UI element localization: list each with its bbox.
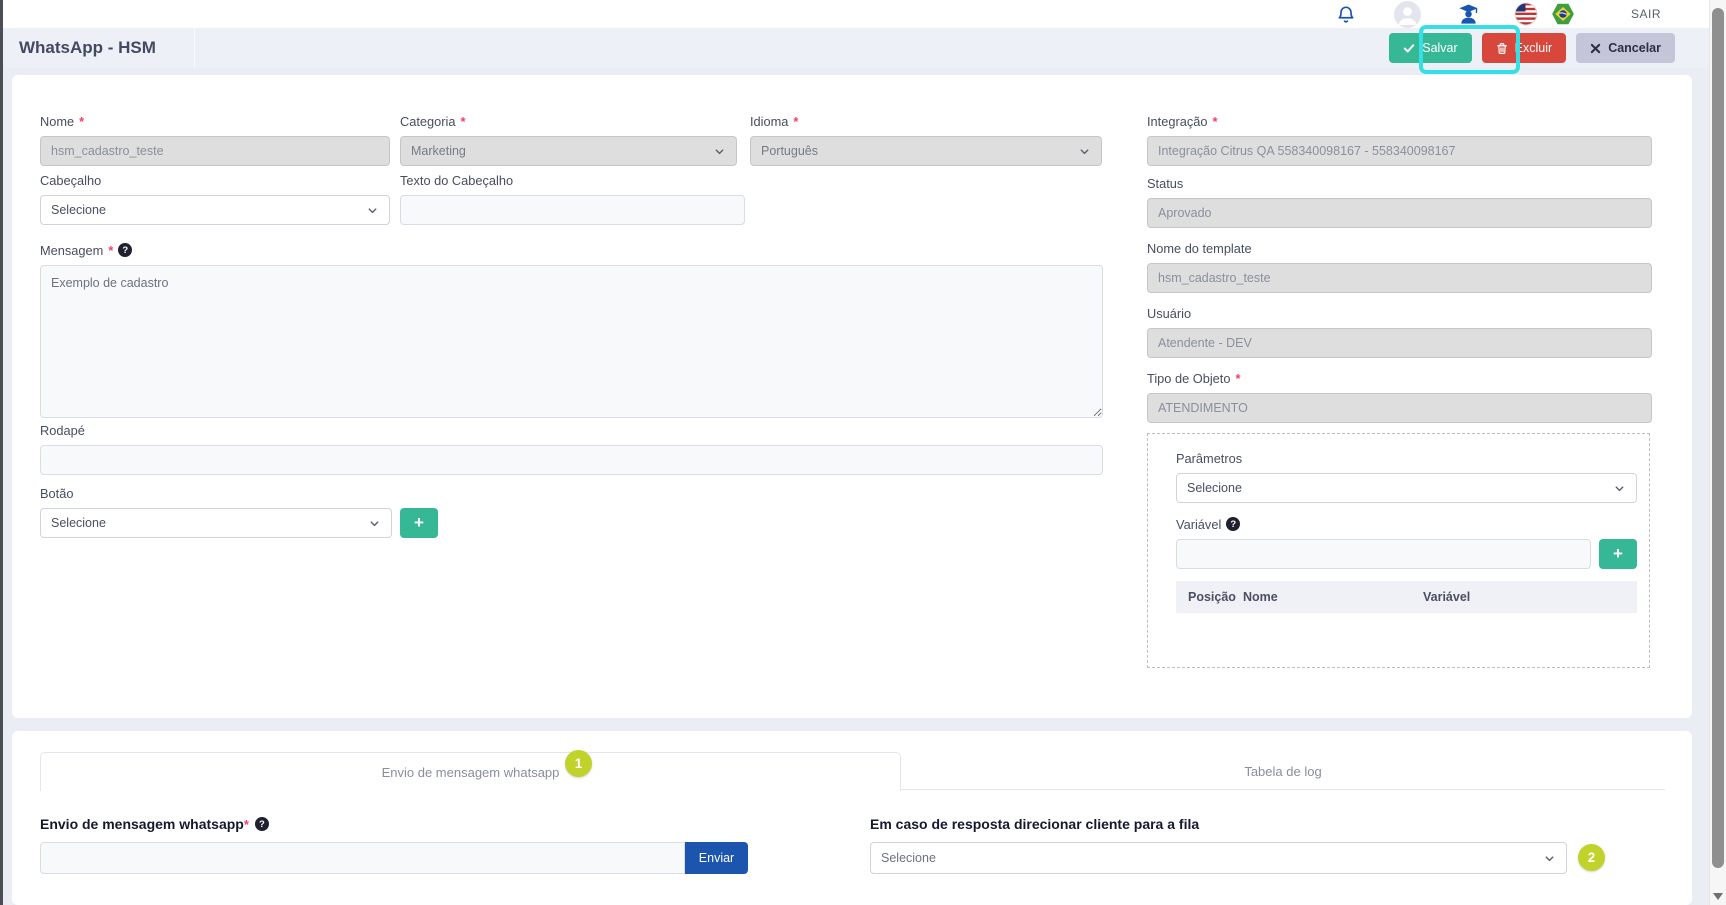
- trash-icon: [1496, 42, 1508, 55]
- texto-cabecalho-label: Texto do Cabeçalho: [400, 172, 745, 188]
- nome-template-label: Nome do template: [1147, 240, 1652, 256]
- tab-tabela-de-log[interactable]: Tabela de log: [901, 752, 1665, 790]
- delete-button[interactable]: Excluir: [1482, 33, 1567, 63]
- texto-cabecalho-input[interactable]: [400, 195, 745, 225]
- rodape-label: Rodapé: [40, 422, 1103, 438]
- usuario-input[interactable]: [1147, 328, 1652, 358]
- integracao-label: Integração*: [1147, 113, 1652, 129]
- language-br-flag-icon[interactable]: [1550, 1, 1576, 27]
- cabecalho-label: Cabeçalho: [40, 172, 390, 188]
- topbar: SAIR: [3, 0, 1709, 28]
- add-button-button[interactable]: +: [400, 508, 438, 538]
- status-label: Status: [1147, 175, 1652, 191]
- whatsapp-send-card: Envio de mensagem whatsapp Tabela de log…: [12, 731, 1692, 905]
- usuario-label: Usuário: [1147, 305, 1652, 321]
- status-input[interactable]: [1147, 198, 1652, 228]
- chevron-down-icon: [1078, 145, 1091, 158]
- integracao-input[interactable]: [1147, 136, 1652, 166]
- notifications-bell-icon[interactable]: [1336, 4, 1356, 24]
- scrollbar-down-arrow-icon[interactable]: [1713, 893, 1723, 900]
- chevron-down-icon: [713, 145, 726, 158]
- nome-template-input[interactable]: [1147, 263, 1652, 293]
- save-button[interactable]: Salvar: [1389, 33, 1471, 63]
- add-variavel-button[interactable]: +: [1599, 539, 1637, 569]
- fila-select[interactable]: Selecione: [870, 842, 1567, 874]
- cabecalho-select[interactable]: Selecione: [40, 195, 390, 225]
- annotation-badge-2: 2: [1578, 844, 1605, 871]
- scrollbar-thumb[interactable]: [1712, 8, 1724, 868]
- chevron-down-icon: [1543, 852, 1556, 865]
- student-profile-icon[interactable]: [1457, 3, 1480, 26]
- tab-envio-mensagem-whatsapp[interactable]: Envio de mensagem whatsapp: [40, 752, 901, 791]
- parametros-panel: Parâmetros Selecione Variável ? + Posiçã…: [1147, 433, 1650, 668]
- help-icon[interactable]: ?: [118, 243, 132, 257]
- mensagem-textarea[interactable]: Exemplo de cadastro: [40, 265, 1103, 418]
- envio-mensagem-label: Envio de mensagem whatsapp* ?: [40, 816, 750, 832]
- mensagem-label: Mensagem* ?: [40, 242, 1103, 258]
- help-icon[interactable]: ?: [1226, 517, 1240, 531]
- nome-label: Nome*: [40, 113, 390, 129]
- envio-mensagem-input[interactable]: [40, 842, 685, 874]
- hsm-form-card: Nome* Categoria* Marketing Idioma* Portu…: [12, 75, 1692, 718]
- tabs: Envio de mensagem whatsapp Tabela de log…: [40, 752, 1665, 790]
- categoria-label: Categoria*: [400, 113, 737, 129]
- parametros-select[interactable]: Selecione: [1176, 473, 1637, 503]
- parametros-label: Parâmetros: [1176, 450, 1637, 466]
- annotation-badge-1: 1: [565, 750, 592, 777]
- chevron-down-icon: [366, 204, 379, 217]
- variavel-label: Variável ?: [1176, 516, 1637, 532]
- chevron-down-icon: [1613, 482, 1626, 495]
- vertical-scrollbar[interactable]: [1709, 0, 1726, 905]
- user-avatar[interactable]: [1394, 1, 1421, 28]
- window-edge: [0, 0, 3, 905]
- categoria-select[interactable]: Marketing: [400, 136, 737, 166]
- idioma-label: Idioma*: [750, 113, 1102, 129]
- language-us-flag-icon[interactable]: [1514, 2, 1538, 26]
- parametros-table-header: Posição Nome Variável: [1176, 581, 1637, 613]
- help-icon[interactable]: ?: [255, 817, 269, 831]
- check-icon: [1403, 42, 1415, 54]
- parametros-table-body-empty: [1176, 613, 1637, 643]
- rodape-input[interactable]: [40, 445, 1103, 475]
- botao-select[interactable]: Selecione: [40, 508, 392, 538]
- chevron-down-icon: [368, 517, 381, 530]
- parametros-table: Posição Nome Variável: [1176, 581, 1637, 643]
- variavel-input[interactable]: [1176, 539, 1591, 569]
- nome-input[interactable]: [40, 136, 390, 166]
- tipo-objeto-input[interactable]: [1147, 393, 1652, 423]
- fila-label: Em caso de resposta direcionar cliente p…: [870, 816, 1567, 832]
- tipo-objeto-label: Tipo de Objeto*: [1147, 370, 1652, 386]
- page-title: WhatsApp - HSM: [3, 28, 195, 68]
- toolbar-buttons: Salvar Excluir Cancelar: [1389, 33, 1709, 63]
- cancel-button[interactable]: Cancelar: [1576, 33, 1675, 63]
- enviar-button[interactable]: Enviar: [685, 842, 748, 874]
- botao-label: Botão: [40, 485, 440, 501]
- idioma-select[interactable]: Português: [750, 136, 1102, 166]
- toolbar: WhatsApp - HSM Salvar Excluir Cancelar: [3, 28, 1709, 68]
- close-x-icon: [1590, 43, 1601, 54]
- logout-link[interactable]: SAIR: [1631, 7, 1661, 21]
